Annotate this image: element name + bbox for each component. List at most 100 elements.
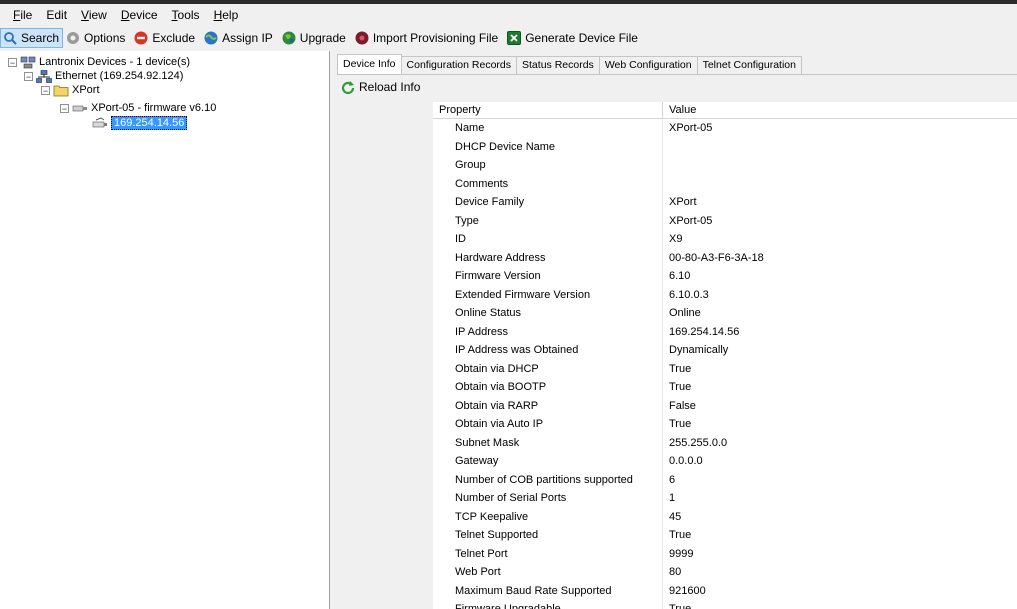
table-row[interactable]: Maximum Baud Rate Supported 921600 [433, 581, 1017, 600]
table-row[interactable]: Device Family XPort [433, 193, 1017, 212]
table-row[interactable]: Name XPort-05 [433, 119, 1017, 138]
menu-edit[interactable]: Edit [39, 4, 74, 26]
menu-edit-label: Edit [46, 8, 68, 22]
property-name-cell: Obtain via Auto IP [433, 415, 663, 434]
table-row[interactable]: Comments [433, 174, 1017, 193]
property-name-cell: Gateway [433, 452, 663, 471]
property-grid[interactable]: Property Value Name XPort-05 DHCP Device N… [433, 102, 1017, 609]
tab-status-records[interactable]: Status Records [516, 56, 600, 74]
property-value-cell: 1 [669, 492, 676, 504]
menu-device-accel: D [120, 8, 130, 22]
search-button[interactable]: Search [0, 28, 64, 48]
property-name-cell: Group [433, 156, 663, 175]
property-name-cell: Firmware Version [433, 267, 663, 286]
upgrade-button-label: Upgrade [299, 31, 346, 45]
import-provisioning-button[interactable]: Import Provisioning File [352, 28, 504, 48]
tree-device-label: XPort-05 - firmware v6.10 [91, 102, 217, 114]
table-row[interactable]: Firmware Upgradable True [433, 600, 1017, 609]
collapse-icon[interactable]: − [41, 85, 50, 95]
options-button[interactable]: Options [63, 28, 131, 48]
exclude-button[interactable]: Exclude [131, 28, 201, 48]
tab-telnet-configuration[interactable]: Telnet Configuration [696, 56, 802, 74]
ethernet-network-icon [36, 69, 52, 83]
reload-info-label: Reload Info [359, 80, 421, 94]
property-name-cell: Maximum Baud Rate Supported [433, 581, 663, 600]
collapse-icon[interactable]: − [24, 71, 33, 81]
network-devices-icon [20, 56, 36, 68]
table-row[interactable]: Extended Firmware Version 6.10.0.3 [433, 285, 1017, 304]
table-row[interactable]: Telnet Supported True [433, 526, 1017, 545]
panel-splitter[interactable] [330, 51, 337, 609]
menu-file[interactable]: File [0, 4, 39, 26]
table-row[interactable]: Number of COB partitions supported 6 [433, 470, 1017, 489]
import-icon [355, 31, 369, 45]
menu-device[interactable]: Device [114, 4, 165, 26]
search-button-label: Search [21, 31, 60, 45]
table-row[interactable]: DHCP Device Name [433, 137, 1017, 156]
grid-header: Property Value [433, 102, 1017, 119]
search-icon [4, 32, 17, 45]
table-row[interactable]: IP Address 169.254.14.56 [433, 322, 1017, 341]
property-name-cell: Hardware Address [433, 248, 663, 267]
table-row[interactable]: Group [433, 156, 1017, 175]
tab-strip: Device Info Configuration Records Status… [337, 54, 802, 74]
tree-node-device[interactable]: − XPort-05 - firmware v6.10 [60, 101, 216, 115]
menu-view[interactable]: View [74, 4, 114, 26]
table-row[interactable]: Online Status Online [433, 304, 1017, 323]
assign-ip-button[interactable]: Assign IP [201, 28, 279, 48]
property-value-cell: Dynamically [669, 344, 729, 356]
table-row[interactable]: Subnet Mask 255.255.0.0 [433, 433, 1017, 452]
tree-node-root[interactable]: − Lantronix Devices - 1 device(s) [8, 55, 190, 69]
property-name-cell: IP Address was Obtained [433, 341, 663, 360]
table-row[interactable]: Obtain via Auto IP True [433, 415, 1017, 434]
table-row[interactable]: Web Port 80 [433, 563, 1017, 582]
menu-file-label: ile [20, 8, 33, 22]
tab-web-configuration[interactable]: Web Configuration [598, 56, 698, 74]
table-row[interactable]: Gateway 0.0.0.0 [433, 452, 1017, 471]
table-row[interactable]: Hardware Address 00-80-A3-F6-3A-18 [433, 248, 1017, 267]
menu-view-accel: V [81, 8, 89, 22]
table-row[interactable]: Firmware Version 6.10 [433, 267, 1017, 286]
menu-tools[interactable]: Tools [165, 4, 207, 26]
property-column-header[interactable]: Property [433, 102, 663, 118]
property-name-cell: Telnet Supported [433, 526, 663, 545]
table-row[interactable]: Telnet Port 9999 [433, 544, 1017, 563]
table-row[interactable]: TCP Keepalive 45 [433, 507, 1017, 526]
collapse-icon[interactable]: − [60, 103, 69, 113]
table-row[interactable]: Obtain via BOOTP True [433, 378, 1017, 397]
tree-ethernet-label: Ethernet (169.254.92.124) [55, 70, 184, 82]
menu-help[interactable]: Help [207, 4, 246, 26]
collapse-icon[interactable]: − [8, 57, 17, 67]
import-provisioning-label: Import Provisioning File [372, 31, 499, 45]
table-row[interactable]: IP Address was Obtained Dynamically [433, 341, 1017, 360]
property-name-cell: Obtain via DHCP [433, 359, 663, 378]
property-value-cell: 45 [669, 510, 682, 523]
device-tree-panel[interactable]: − Lantronix Devices - 1 device(s) − Ethe… [0, 51, 330, 609]
reload-info-button[interactable]: Reload Info [341, 80, 420, 94]
spreadsheet-icon [507, 31, 522, 45]
property-name-cell: Number of Serial Ports [433, 489, 663, 508]
value-column-header[interactable]: Value [663, 102, 1017, 118]
device-module-icon [72, 105, 87, 111]
menu-help-label: elp [222, 8, 239, 22]
table-row[interactable]: ID X9 [433, 230, 1017, 249]
tree-node-ip[interactable]: 169.254.14.56 [92, 116, 188, 130]
menu-view-label: iew [88, 8, 107, 22]
property-name-cell: Device Family [433, 193, 663, 212]
table-row[interactable]: Obtain via DHCP True [433, 359, 1017, 378]
generate-device-file-button[interactable]: Generate Device File [504, 28, 644, 48]
tab-device-info[interactable]: Device Info [337, 54, 402, 74]
upgrade-button[interactable]: Upgrade [279, 28, 352, 48]
assign-ip-button-label: Assign IP [222, 31, 273, 45]
table-row[interactable]: Type XPort-05 [433, 211, 1017, 230]
property-name-cell: Number of COB partitions supported [433, 470, 663, 489]
table-row[interactable]: Number of Serial Ports 1 [433, 489, 1017, 508]
property-name-cell: ID [433, 230, 663, 249]
property-name-cell: Web Port [433, 563, 663, 582]
property-value-cell: 9999 [669, 547, 694, 560]
tree-node-ethernet[interactable]: − Ethernet (169.254.92.124) [24, 69, 183, 83]
table-row[interactable]: Obtain via RARP False [433, 396, 1017, 415]
tree-node-xport-folder[interactable]: − XPort [41, 83, 100, 97]
property-value-cell: True [669, 603, 692, 609]
tab-configuration-records[interactable]: Configuration Records [400, 56, 518, 74]
